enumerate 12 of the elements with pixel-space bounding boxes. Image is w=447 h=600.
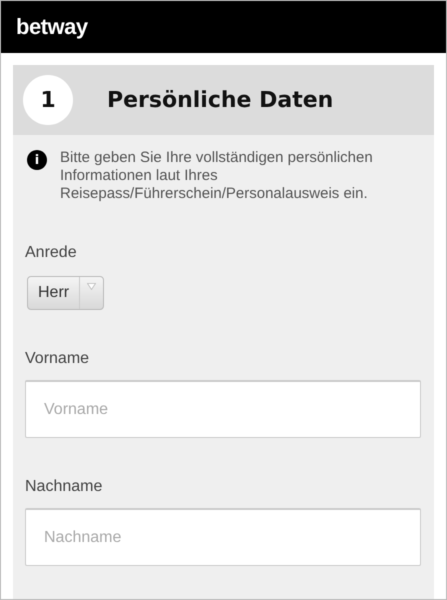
step-number: 1 (23, 75, 73, 125)
field-label: Vorname (25, 350, 90, 368)
info-icon: i (27, 150, 47, 170)
input-field[interactable]: Vorname (25, 380, 421, 438)
step-title: Persönliche Daten (107, 88, 334, 112)
salutation-dropdown[interactable]: Herr (27, 276, 104, 310)
field-label: Nachname (25, 478, 102, 496)
field-label: Anrede (25, 244, 77, 262)
caret-icon (87, 283, 96, 290)
input-field[interactable]: Nachname (25, 508, 421, 566)
info-text: Bitte geben Sie Ihre vollständigen persönlichen Informationen laut Ihres Reisepass/Führerschein/Personalausweis ein. (60, 149, 374, 203)
logo[interactable]: betway (16, 14, 88, 40)
